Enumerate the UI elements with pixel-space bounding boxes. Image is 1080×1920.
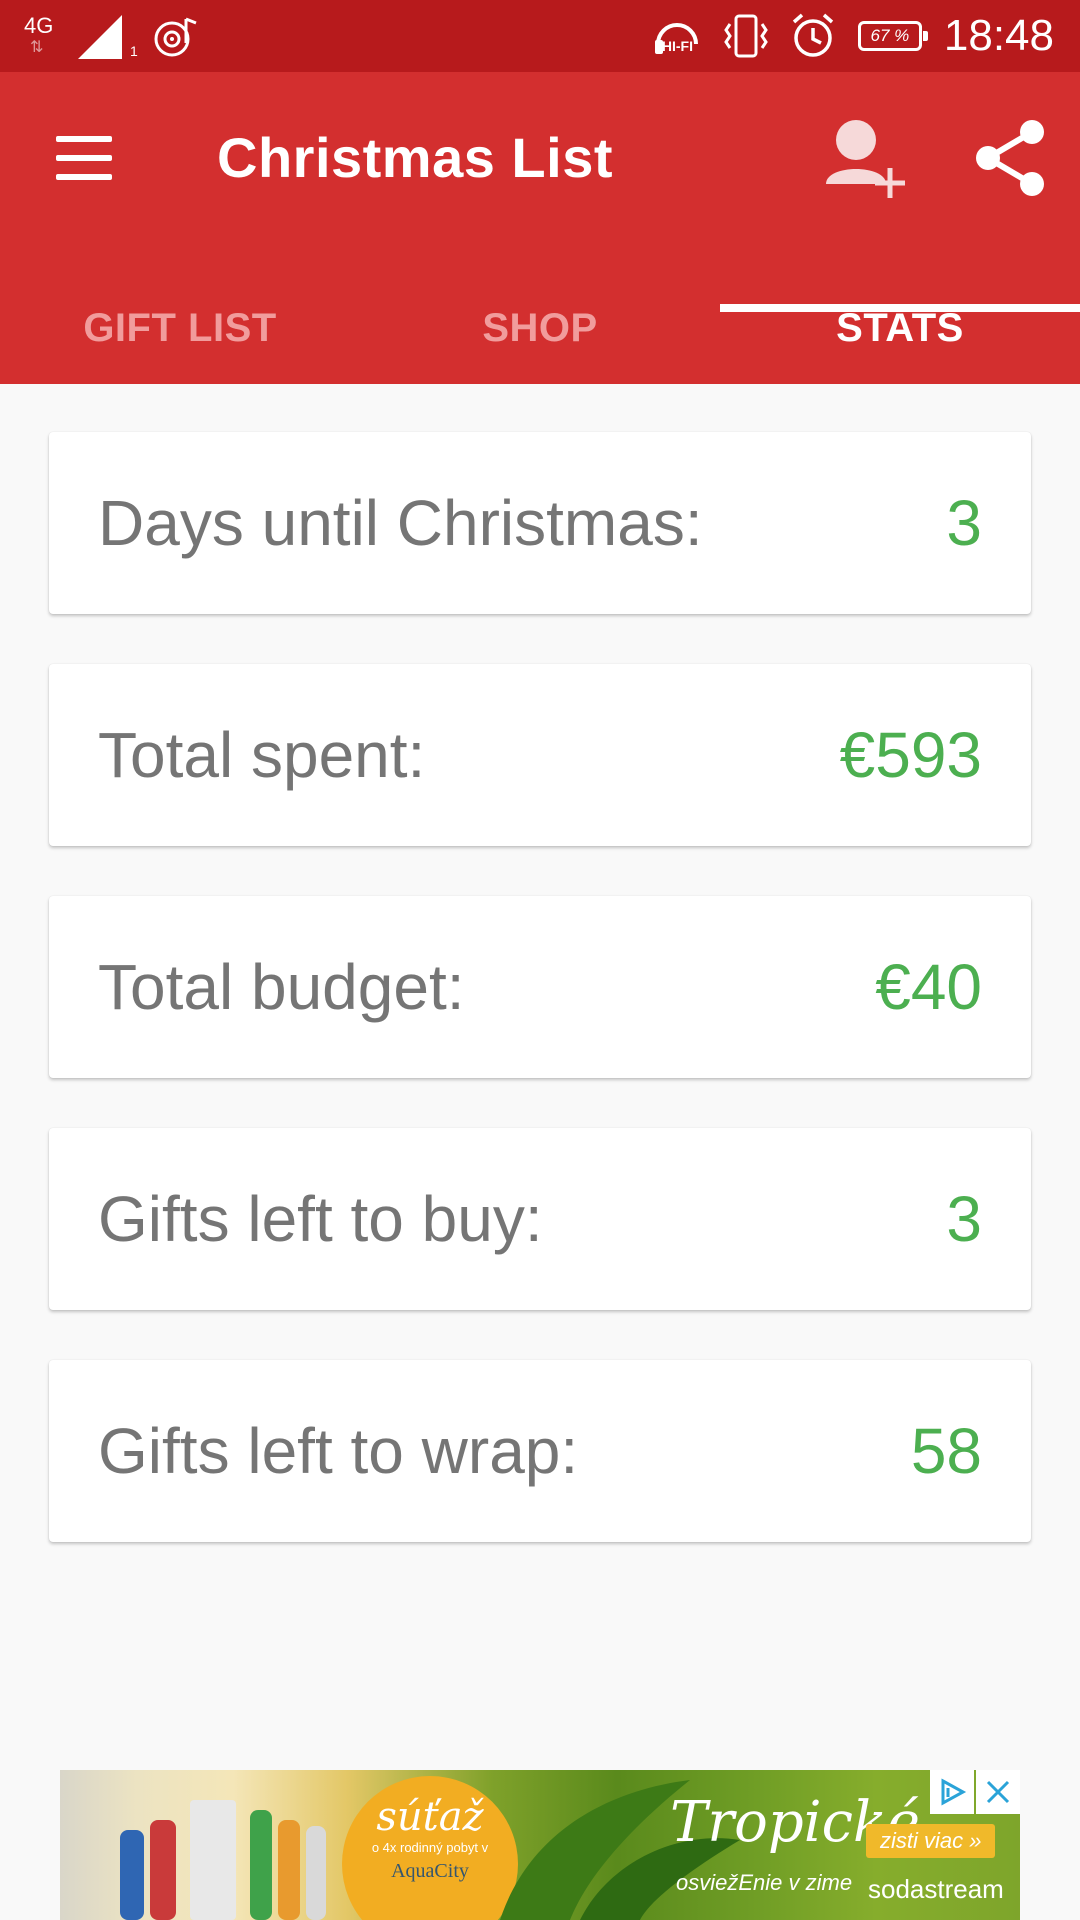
stat-value: 3 xyxy=(946,1183,982,1255)
stat-card-gifts-left-to-buy: Gifts left to buy: 3 xyxy=(49,1128,1031,1310)
tab-stats[interactable]: STATS xyxy=(720,272,1080,384)
stat-label: Total budget: xyxy=(98,951,465,1023)
tab-bar: GIFT LIST SHOP STATS xyxy=(0,272,1080,384)
menu-icon[interactable] xyxy=(56,136,112,182)
sim-number: 1 xyxy=(130,43,138,59)
alarm-icon xyxy=(792,13,834,57)
ad-brand: sodastream xyxy=(868,1874,1004,1904)
stat-card-days-until-christmas: Days until Christmas: 3 xyxy=(49,432,1031,614)
stat-value: €40 xyxy=(875,951,982,1023)
stat-card-total-spent: Total spent: €593 xyxy=(49,664,1031,846)
stat-value: 3 xyxy=(946,487,982,559)
tab-gift-list[interactable]: GIFT LIST xyxy=(0,272,360,384)
stat-label: Total spent: xyxy=(98,719,426,791)
tab-shop[interactable]: SHOP xyxy=(360,272,720,384)
stat-value: €593 xyxy=(839,719,982,791)
signal-icon xyxy=(78,15,122,59)
data-arrows-icon: ⇅ xyxy=(30,39,44,56)
ad-banner[interactable]: súťaž o 4x rodinný pobyt v AquaCity Trop… xyxy=(60,1770,1020,1920)
tab-indicator xyxy=(720,304,1080,312)
ad-subline: osviežEnie v zime xyxy=(676,1870,853,1895)
page-title: Christmas List xyxy=(217,126,613,189)
app-bar: Christmas List GIFT LIST SHOP STATS xyxy=(0,72,1080,384)
battery-level: 67 % xyxy=(870,26,910,45)
adchoices-icon[interactable] xyxy=(930,1770,974,1814)
vibrate-icon xyxy=(724,14,768,58)
close-icon[interactable] xyxy=(976,1770,1020,1814)
share-icon[interactable] xyxy=(972,118,1048,198)
stat-label: Gifts left to wrap: xyxy=(98,1415,579,1487)
ad-cta-button[interactable]: zisti viac » xyxy=(866,1824,996,1858)
status-bar: 4G ⇅ 1 HI-FI 67 % 18:48 xyxy=(0,0,1080,72)
stat-value: 58 xyxy=(910,1415,982,1487)
clock: 18:48 xyxy=(943,11,1054,60)
stat-card-total-budget: Total budget: €40 xyxy=(49,896,1031,1078)
stat-label: Gifts left to buy: xyxy=(98,1183,543,1255)
music-icon xyxy=(154,17,197,57)
stat-card-gifts-left-to-wrap: Gifts left to wrap: 58 xyxy=(49,1360,1031,1542)
headphones-hifi-icon: HI-FI xyxy=(652,14,702,58)
hifi-label: HI-FI xyxy=(661,38,693,54)
stat-label: Days until Christmas: xyxy=(98,487,703,559)
network-indicator: 4G ⇅ xyxy=(24,14,62,60)
add-person-icon[interactable] xyxy=(820,112,910,202)
network-type: 4G xyxy=(24,13,54,38)
battery-icon: 67 % xyxy=(857,21,928,51)
